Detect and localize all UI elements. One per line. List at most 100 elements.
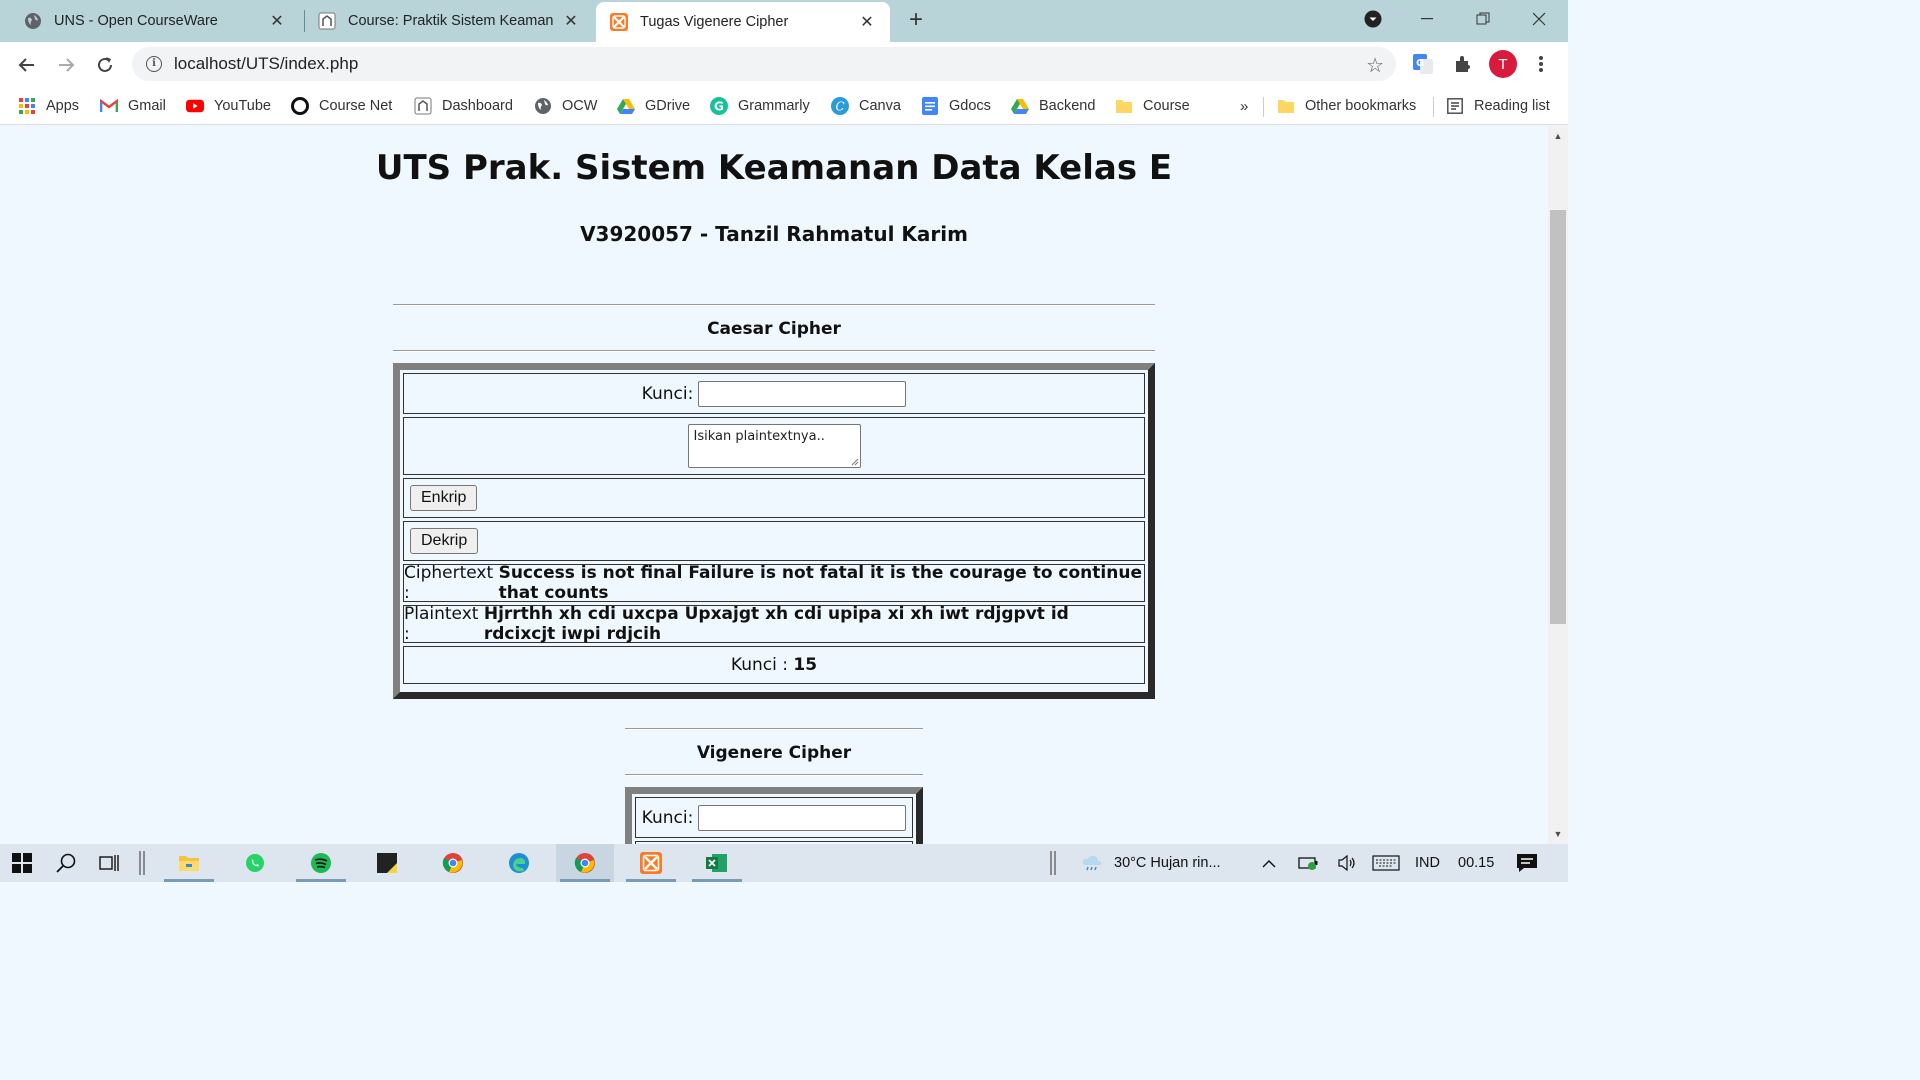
reading-list-button[interactable]: Reading list	[1446, 94, 1550, 118]
chrome-icon	[442, 853, 463, 873]
bookmark-label: Dashboard	[442, 98, 513, 114]
search-icon	[56, 853, 76, 873]
weather-widget[interactable]: 30°C Hujan rin...	[1080, 844, 1221, 882]
close-icon[interactable]: ✕	[858, 13, 876, 31]
taskbar-edge[interactable]	[490, 844, 548, 882]
key-row: Kunci:	[635, 797, 913, 838]
windows-taskbar: 30°C Hujan rin... IND 00.15	[0, 844, 1568, 882]
speaker-icon	[1338, 855, 1355, 871]
close-icon[interactable]: ✕	[268, 12, 286, 30]
folder-icon	[1277, 97, 1295, 115]
key-label: Kunci:	[641, 383, 694, 404]
bookmark-course-net[interactable]: Course Net	[291, 94, 392, 118]
bookmark-youtube[interactable]: YouTube	[186, 94, 271, 118]
battery-button[interactable]	[1298, 844, 1320, 882]
close-window-button[interactable]	[1516, 4, 1562, 34]
tab-strip: UNS - Open CourseWare ✕ Course: Praktik …	[0, 0, 1568, 42]
close-icon[interactable]: ✕	[562, 12, 580, 30]
weather-text: 30°C Hujan rin...	[1114, 855, 1221, 871]
volume-button[interactable]	[1337, 844, 1357, 882]
page-scrollbar[interactable]: ▲ ▼	[1548, 126, 1568, 844]
input-language-button[interactable]: IND	[1415, 844, 1440, 882]
bookmark-ocw[interactable]: OCW	[534, 94, 597, 118]
bookmark-label: Grammarly	[738, 98, 810, 114]
google-drive-icon	[1011, 97, 1029, 115]
bookmark-dashboard[interactable]: Dashboard	[414, 94, 513, 118]
encrypt-button[interactable]: Enkrip	[410, 485, 478, 511]
scroll-up-icon[interactable]: ▲	[1548, 128, 1568, 144]
keyboard-button[interactable]	[1372, 844, 1400, 882]
taskbar-whatsapp[interactable]	[226, 844, 284, 882]
info-icon[interactable]: i	[146, 56, 162, 72]
bookmark-other[interactable]: Other bookmarks	[1277, 94, 1416, 118]
divider	[393, 304, 1155, 306]
address-bar[interactable]: i localhost/UTS/index.php ☆	[132, 47, 1396, 81]
search-button[interactable]	[46, 844, 86, 882]
taskbar-spotify[interactable]	[292, 844, 350, 882]
reload-button[interactable]	[90, 50, 120, 80]
bookmark-gdocs[interactable]: Gdocs	[921, 94, 991, 118]
keyboard-icon	[1372, 855, 1400, 871]
active-indicator	[560, 879, 610, 882]
extensions-icon[interactable]	[1450, 51, 1476, 77]
decrypt-button[interactable]: Dekrip	[410, 528, 479, 554]
bookmark-course-folder[interactable]: Course	[1115, 94, 1190, 118]
active-indicator	[692, 879, 742, 882]
gmail-icon	[100, 97, 118, 115]
taskbar-xampp[interactable]	[622, 844, 680, 882]
scroll-down-icon[interactable]: ▼	[1548, 826, 1568, 842]
bookmark-label: GDrive	[645, 98, 691, 114]
bookmark-grammarly[interactable]: G Grammarly	[710, 94, 810, 118]
taskbar-file-explorer[interactable]	[160, 844, 218, 882]
moodle-icon	[414, 97, 432, 115]
bookmark-canva[interactable]: C Canva	[831, 94, 901, 118]
taskbar-excel[interactable]	[688, 844, 746, 882]
bookmarks-divider	[1263, 97, 1264, 117]
bookmark-gmail[interactable]: Gmail	[100, 94, 166, 118]
vigenere-key-input[interactable]	[698, 804, 907, 831]
start-button[interactable]	[2, 844, 42, 882]
clock[interactable]: 00.15	[1458, 844, 1494, 882]
tab-vigenere[interactable]: Tugas Vigenere Cipher ✕	[596, 2, 890, 42]
back-button[interactable]	[12, 50, 42, 80]
taskbar-chrome[interactable]	[424, 844, 482, 882]
scrollbar-thumb[interactable]	[1550, 210, 1566, 624]
tab-course[interactable]: Course: Praktik Sistem Keamanan ✕	[294, 0, 594, 42]
excel-icon	[706, 854, 727, 872]
caesar-form-table: Kunci: Isikan plaintextnya.. Enkrip Dekr…	[393, 363, 1155, 699]
menu-icon[interactable]	[1528, 51, 1554, 77]
forward-button[interactable]	[51, 50, 81, 80]
resize-grip-icon[interactable]	[849, 456, 859, 466]
reading-list-icon	[1446, 97, 1464, 115]
caesar-text-input[interactable]: Isikan plaintextnya..	[687, 424, 861, 468]
text-row: Isikan plaintextnya..	[403, 417, 1145, 475]
page-title: UTS Prak. Sistem Keamanan Data Kelas E	[375, 148, 1173, 188]
bookmark-label: Reading list	[1474, 98, 1550, 114]
decrypt-label: Dekrip	[421, 532, 468, 549]
bookmarks-overflow-button[interactable]: »	[1240, 94, 1248, 118]
tab-uns-ocw[interactable]: UNS - Open CourseWare ✕	[0, 0, 300, 42]
profile-avatar[interactable]: T	[1489, 50, 1517, 78]
google-translate-icon[interactable]: G	[1410, 51, 1436, 77]
chevron-up-icon	[1262, 860, 1276, 868]
caesar-key-input[interactable]	[698, 380, 907, 407]
task-view-icon	[99, 855, 119, 871]
encrypt-row: Enkrip	[403, 478, 1145, 518]
new-tab-button[interactable]: +	[903, 8, 929, 34]
notifications-button[interactable]	[1516, 844, 1538, 882]
star-icon[interactable]: ☆	[1366, 53, 1384, 78]
show-hidden-icons-button[interactable]	[1261, 844, 1277, 882]
taskbar-chrome-active[interactable]	[556, 844, 614, 882]
bookmark-backend[interactable]: Backend	[1011, 94, 1095, 118]
key-row: Kunci:	[403, 373, 1145, 414]
tab-search-button[interactable]	[1350, 4, 1396, 34]
taskbar-sticky-notes[interactable]	[358, 844, 416, 882]
restore-button[interactable]	[1460, 4, 1506, 34]
minimize-button[interactable]	[1404, 4, 1450, 34]
bookmark-apps[interactable]: Apps	[18, 94, 79, 118]
overflow-chevron-icon: »	[1240, 97, 1249, 115]
bookmark-gdrive[interactable]: GDrive	[617, 94, 690, 118]
rain-cloud-icon	[1082, 855, 1102, 871]
bookmark-label: Backend	[1039, 98, 1096, 114]
task-view-button[interactable]	[90, 844, 130, 882]
